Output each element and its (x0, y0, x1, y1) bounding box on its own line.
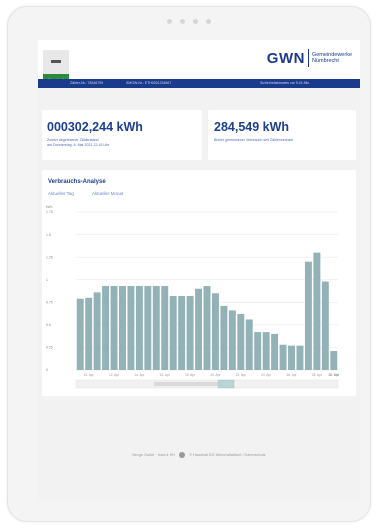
meter-number: Zähler-Nr.: 78346799 (70, 81, 104, 85)
x-tick-label: 26. Apr (286, 373, 297, 377)
footer: Bexgo Outlet · Ixscn1 HH © Haushalt BG W… (38, 452, 360, 458)
analysis-title: Verbrauchs-Analyse (48, 179, 106, 185)
y-tick-label: 0.25 (46, 346, 53, 350)
y-tick-label: 1.5 (46, 233, 51, 237)
chart-bar[interactable] (161, 286, 169, 370)
analysis-tabs: Aktueller Tag Aktueller Monat (48, 191, 123, 196)
y-tick-label: 1.75 (46, 210, 53, 214)
chart-bar[interactable] (195, 288, 203, 370)
chart-bar[interactable] (144, 286, 152, 370)
chart-bar[interactable] (152, 286, 160, 370)
chart-bar[interactable] (304, 261, 312, 370)
analysis-card: Verbrauchs-Analyse Aktueller Tag Aktuell… (42, 170, 356, 396)
chart-bar[interactable] (279, 344, 287, 370)
chart-bar[interactable] (296, 345, 304, 370)
x-tick-label: 02. Mai (329, 373, 340, 377)
chart-bar[interactable] (211, 293, 219, 370)
reading-value: 000302,244 kWh (47, 120, 143, 134)
chart-bar[interactable] (169, 295, 177, 370)
y-tick-label: 0 (46, 368, 48, 372)
consumption-chart: kWh 0 0.25 0.5 0.75 1 1.25 1.5 1.75 10. Apr 12. … (46, 205, 340, 389)
logo-sub-line-1: Gemeindewerke (311, 51, 352, 58)
x-tick-label: 24. Apr (261, 373, 272, 377)
x-tick-label: 28. Apr (312, 373, 323, 377)
tab-current-month[interactable]: Aktueller Monat (92, 191, 123, 196)
chart-bar[interactable] (330, 351, 338, 370)
chart-bar[interactable] (321, 281, 329, 370)
tablet-frame: Haushalt GWN GemeindewerkeNümbrecht Zähl… (7, 6, 371, 522)
chart-bar[interactable] (288, 345, 295, 370)
reading-caption: Zuletzt abgelesener Zählerstand am Donner… (47, 138, 110, 147)
chart-bar[interactable] (245, 319, 253, 370)
y-tick-label: 1 (46, 278, 48, 282)
chart-bar[interactable] (127, 286, 135, 370)
chart-bar[interactable] (93, 292, 101, 370)
gateway-number: SMGW-Nr.: ETH0001234567 (126, 81, 172, 85)
security-status: Sicherheitshinweis vor 9:24 Min. (260, 81, 311, 85)
x-tick-label: 20. Apr (210, 373, 221, 377)
y-tick-label: 0.5 (46, 323, 51, 327)
range-navigator-handle[interactable] (217, 379, 235, 389)
gwn-logo[interactable]: GWN Gemeindewerke Nümbrecht (267, 49, 352, 67)
footer-text-right[interactable]: © Haushalt BG Weberaltaltbert / Datensch… (189, 453, 265, 457)
gear-icon[interactable] (179, 452, 186, 458)
chart-bar[interactable] (110, 286, 118, 370)
x-tick-label: 18. Apr (185, 373, 196, 377)
chart-bar[interactable] (313, 252, 321, 370)
footer-text-left: Bexgo Outlet · Ixscn1 HH (132, 453, 176, 457)
app-screen: Haushalt GWN GemeindewerkeNümbrecht Zähl… (38, 40, 360, 500)
chart-bar[interactable] (237, 314, 245, 370)
chart-bar[interactable] (85, 297, 93, 370)
consumption-caption: Bisher gemessener Verbrauch seit Zählerw… (214, 138, 294, 142)
x-tick-label: 16. Apr (160, 373, 171, 377)
app-header: Haushalt GWN GemeindewerkeNümbrecht (38, 40, 360, 86)
chart-bar[interactable] (203, 286, 211, 370)
logo-main-text: GWN (266, 49, 305, 67)
consumption-value: 284,549 kWh (214, 120, 290, 134)
x-tick-label: 10. Apr (84, 373, 95, 377)
chart-bar[interactable] (119, 286, 126, 370)
tab-current-day[interactable]: Aktueller Tag (48, 191, 74, 196)
chart-bar[interactable] (135, 286, 143, 370)
chart-bar[interactable] (178, 295, 186, 370)
x-tick-label: 12. Apr (109, 373, 120, 377)
tablet-camera (167, 19, 211, 24)
reading-card: 000302,244 kWh Zuletzt abgelesener Zähle… (42, 110, 202, 160)
chart-bar[interactable] (228, 310, 236, 370)
chart-bar[interactable] (102, 286, 110, 370)
x-tick-label: 14. Apr (134, 373, 145, 377)
chart-bar[interactable] (220, 305, 228, 370)
chart-bar[interactable] (76, 298, 84, 370)
chart-bar[interactable] (186, 295, 194, 370)
logo-sub-line-2: Nümbrecht (311, 58, 339, 64)
y-tick-label: 1.25 (46, 255, 53, 259)
x-tick-label: 22. Apr (236, 373, 247, 377)
y-axis-label: kWh (46, 205, 53, 209)
chart-bar[interactable] (262, 332, 270, 370)
chart-bar[interactable] (271, 333, 279, 370)
info-bar: Zähler-Nr.: 78346799 SMGW-Nr.: ETH000123… (38, 79, 360, 88)
y-tick-label: 0.75 (46, 300, 53, 304)
range-navigator-fill (154, 382, 224, 386)
chart-bar[interactable] (254, 332, 262, 370)
consumption-card: 284,549 kWh Bisher gemessener Verbrauch … (208, 110, 356, 160)
